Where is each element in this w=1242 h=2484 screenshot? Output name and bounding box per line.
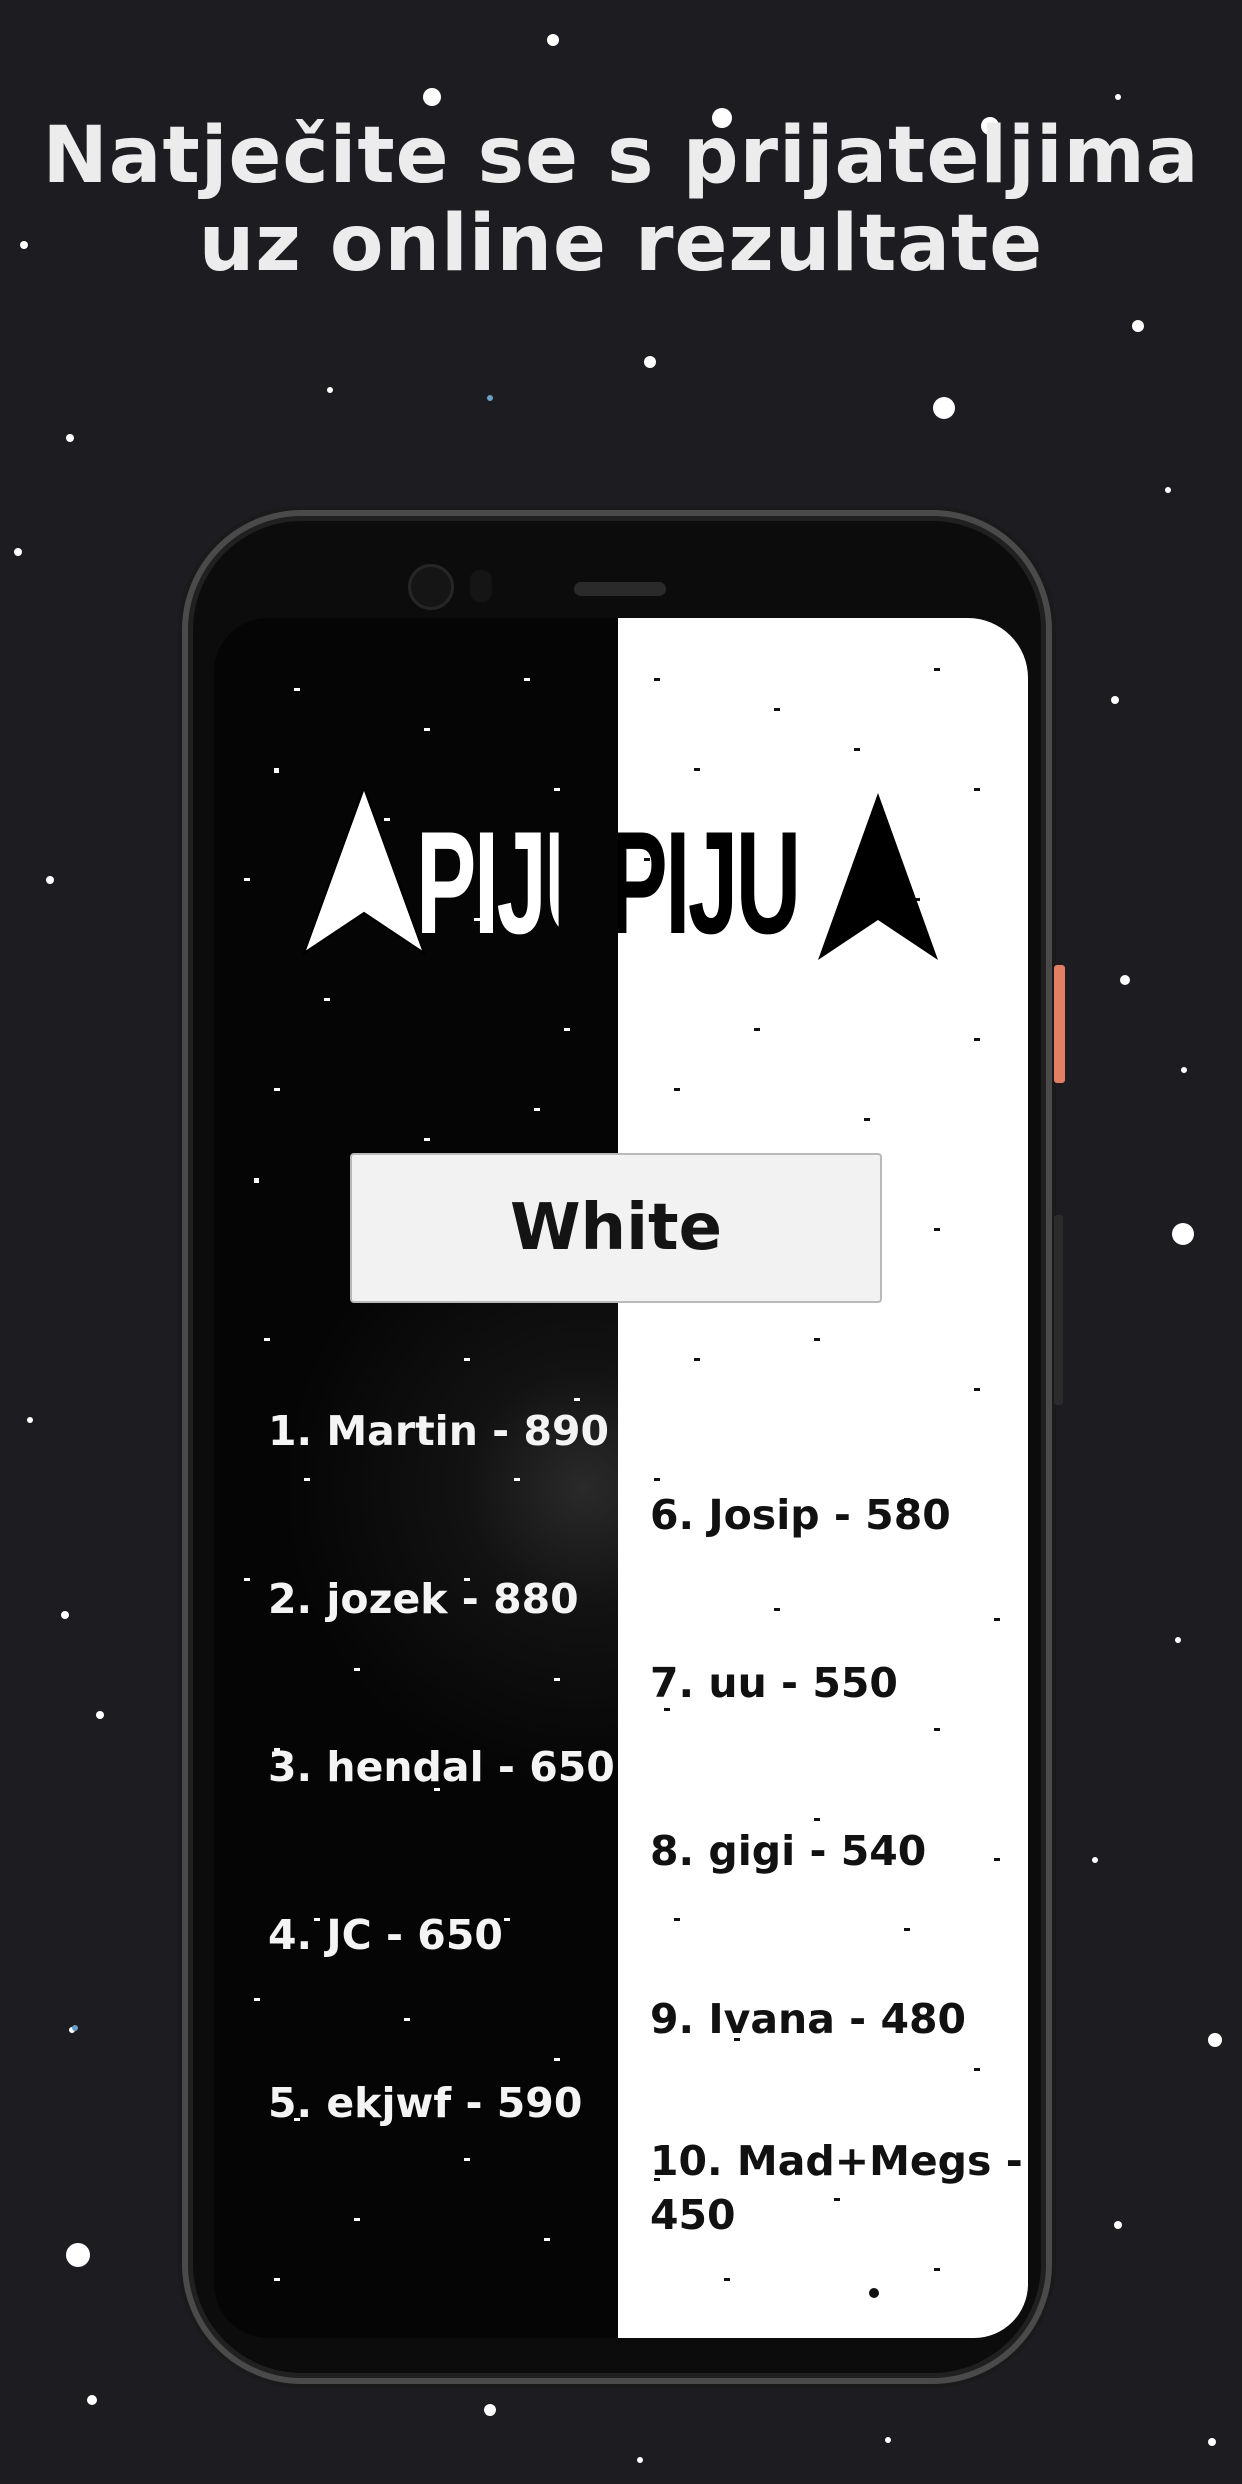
leaderboard-entry: 5. ekjwf - 590 — [268, 2079, 583, 2127]
leaderboard-entry: 8. gigi - 540 — [650, 1827, 927, 1875]
white-arrow-icon — [302, 788, 426, 956]
leaderboard-entry-continued: 450 — [650, 2191, 736, 2239]
leaderboard-entry: 4. JC - 650 — [268, 1911, 503, 1959]
leaderboard-entry: 6. Josip - 580 — [650, 1491, 951, 1539]
logo-text-black-clip: PIJUPIJU — [618, 788, 858, 978]
promo-headline: Natječite se s prijateljima uz online re… — [0, 112, 1242, 288]
leaderboard-entry: 9. Ivana - 480 — [650, 1995, 967, 2043]
app-logo: PIJUPIJU PIJUPIJU — [264, 788, 974, 978]
front-sensor — [470, 570, 492, 602]
logo-text-black-part: PIJUPIJU — [618, 801, 801, 964]
leaderboard-entry: 10. Mad+Megs - — [650, 2137, 1023, 2185]
color-mode-button[interactable]: White — [350, 1153, 882, 1303]
leaderboard-entry: 2. jozek - 880 — [268, 1575, 579, 1623]
earpiece-speaker — [574, 582, 666, 596]
leaderboard-entry: 1. Martin - 890 — [268, 1407, 610, 1455]
leaderboard-entry: 7. uu - 550 — [650, 1659, 898, 1707]
front-camera — [408, 564, 454, 610]
volume-button — [1054, 1215, 1063, 1405]
headline-line-1: Natječite se s prijateljima — [42, 111, 1200, 201]
headline-line-2: uz online rezultate — [198, 199, 1044, 289]
logo-text-white-part: PIJUPIJU — [416, 801, 559, 964]
app-screen: PIJUPIJU PIJUPIJU White 1. Martin - 890 … — [214, 618, 1028, 2338]
leaderboard-entry: 3. hendal - 650 — [268, 1743, 615, 1791]
power-button — [1054, 965, 1065, 1083]
